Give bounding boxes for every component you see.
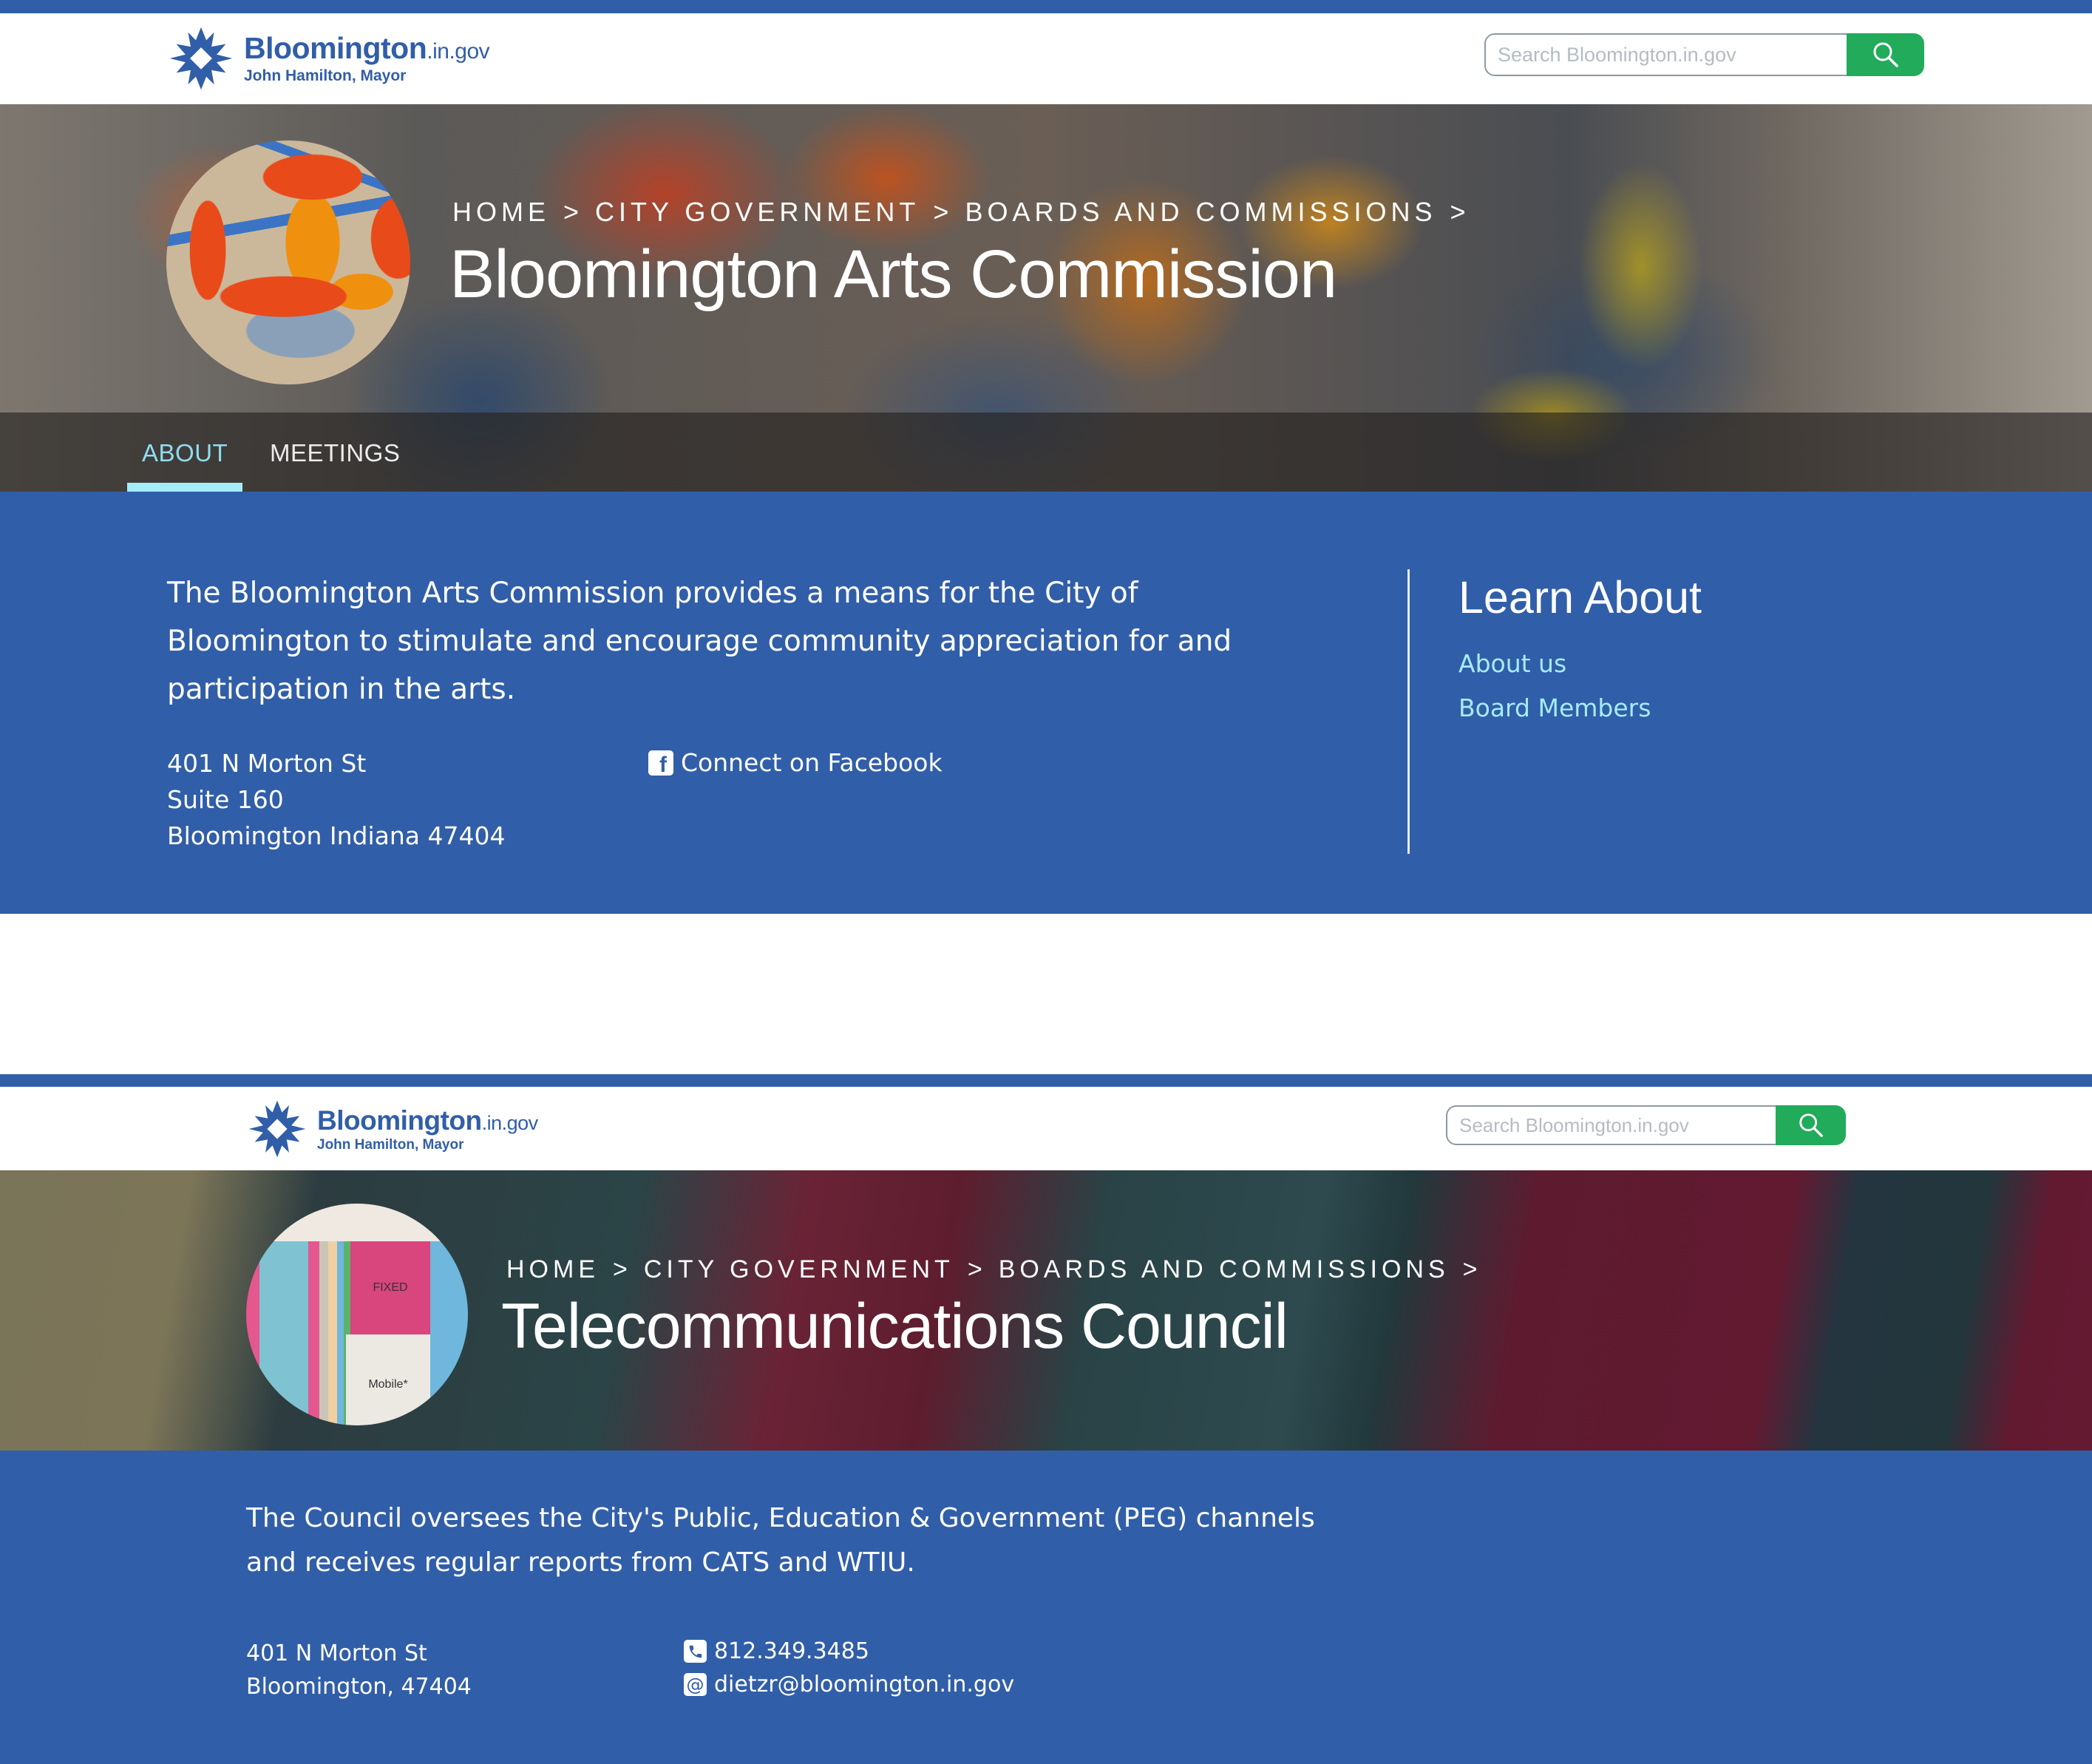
address-line: Bloomington, 47404 <box>246 1674 472 1700</box>
breadcrumb-home[interactable]: HOME <box>452 197 550 228</box>
site-logo-link[interactable]: Bloomington.in.gov John Hamilton, Mayor <box>248 1099 538 1159</box>
breadcrumb: HOME > CITY GOVERNMENT > BOARDS AND COMM… <box>506 1255 1494 1284</box>
council-description: The Council oversees the City's Public, … <box>246 1503 1315 1578</box>
logo-domain: .in.gov <box>427 39 490 64</box>
search-input[interactable] <box>1446 1105 1776 1145</box>
page-title: Telecommunications Council <box>501 1291 1288 1362</box>
breadcrumb-city-government[interactable]: CITY GOVERNMENT <box>595 197 920 228</box>
tab-meetings[interactable]: MEETINGS <box>270 439 400 467</box>
learn-about-heading: Learn About <box>1458 572 1702 623</box>
breadcrumb-city-government[interactable]: CITY GOVERNMENT <box>644 1255 954 1284</box>
telecom-council-emblem-image: FIXED Mobile* <box>246 1204 468 1425</box>
site-header: Bloomington.in.gov John Hamilton, Mayor <box>0 13 2092 104</box>
breadcrumb-boards-and-commissions[interactable]: BOARDS AND COMMISSIONS <box>965 197 1436 228</box>
address-line: Bloomington Indiana 47404 <box>167 821 506 850</box>
breadcrumb-separator: > <box>933 197 949 227</box>
bloomington-logo-icon <box>248 1100 306 1158</box>
tab-active-indicator <box>127 483 242 492</box>
breadcrumb-separator: > <box>613 1255 628 1283</box>
section-tabs: ABOUT MEETINGS <box>0 413 2092 492</box>
facebook-icon: f <box>648 750 673 777</box>
site-logo-link[interactable]: Bloomington.in.gov John Hamilton, Mayor <box>169 26 490 91</box>
top-accent-bar <box>0 1074 2092 1087</box>
arts-commission-emblem-image <box>166 140 410 384</box>
breadcrumb-separator: > <box>1462 1255 1478 1283</box>
logo-domain: .in.gov <box>481 1111 539 1134</box>
facebook-link[interactable]: f Connect on Facebook <box>648 748 943 777</box>
logo-subtitle: John Hamilton, Mayor <box>244 67 407 84</box>
tab-about[interactable]: ABOUT <box>142 439 228 467</box>
address-block: 401 N Morton St Suite 160 Bloomington In… <box>167 745 506 854</box>
logo-text: Bloomington.in.gov John Hamilton, Mayor <box>317 1107 538 1152</box>
breadcrumb-boards-and-commissions[interactable]: BOARDS AND COMMISSIONS <box>999 1255 1450 1284</box>
commission-description: The Bloomington Arts Commission provides… <box>167 577 1232 706</box>
search-icon <box>1873 42 1898 67</box>
site-search-form <box>1446 1105 1846 1145</box>
emblem-fixed-label: FIXED <box>350 1241 430 1334</box>
learn-link-board-members[interactable]: Board Members <box>1458 693 1651 722</box>
breadcrumb-separator: > <box>967 1255 982 1283</box>
hero-banner: HOME > CITY GOVERNMENT > BOARDS AND COMM… <box>0 104 2092 492</box>
email-address: dietzr@bloomington.in.gov <box>714 1672 1015 1697</box>
learn-link-about-us[interactable]: About us <box>1458 649 1566 678</box>
search-button[interactable] <box>1847 33 1924 76</box>
search-icon <box>1799 1113 1823 1137</box>
about-panel: The Council oversees the City's Public, … <box>0 1451 2092 1764</box>
logo-name: Bloomington <box>244 31 427 65</box>
breadcrumb: HOME > CITY GOVERNMENT > BOARDS AND COMM… <box>452 197 1482 228</box>
phone-icon <box>684 1640 707 1663</box>
about-panel: The Bloomington Arts Commission provides… <box>0 492 2092 914</box>
emblem-strip <box>246 1204 468 1241</box>
column-divider <box>1407 569 1410 854</box>
address-line: 401 N Morton St <box>246 1641 427 1666</box>
logo-title: Bloomington.in.gov <box>317 1107 538 1134</box>
logo-name: Bloomington <box>317 1105 482 1136</box>
site-search-form <box>1484 33 1924 76</box>
search-button[interactable] <box>1776 1105 1846 1145</box>
address-line: Suite 160 <box>167 785 284 814</box>
breadcrumb-home[interactable]: HOME <box>506 1255 600 1284</box>
address-line: 401 N Morton St <box>167 749 367 778</box>
emblem-mobile-label: Mobile* <box>346 1334 430 1425</box>
email-icon: @ <box>684 1673 707 1696</box>
phone-link[interactable]: 812.349.3485 <box>684 1638 869 1664</box>
logo-text: Bloomington.in.gov John Hamilton, Mayor <box>244 31 490 84</box>
logo-subtitle: John Hamilton, Mayor <box>317 1136 464 1153</box>
email-link[interactable]: @ dietzr@bloomington.in.gov <box>684 1672 1014 1697</box>
page-title: Bloomington Arts Commission <box>449 237 1337 312</box>
bloomington-logo-icon <box>169 27 233 90</box>
top-accent-bar <box>0 0 2092 13</box>
logo-title: Bloomington.in.gov <box>244 31 490 65</box>
address-block: 401 N Morton St Bloomington, 47404 <box>246 1637 472 1703</box>
phone-number: 812.349.3485 <box>714 1638 869 1664</box>
site-header: Bloomington.in.gov John Hamilton, Mayor <box>0 1087 2092 1170</box>
facebook-link-label: Connect on Facebook <box>681 748 943 777</box>
search-input[interactable] <box>1484 33 1847 76</box>
breadcrumb-separator: > <box>563 197 580 227</box>
breadcrumb-separator: > <box>1450 197 1466 227</box>
